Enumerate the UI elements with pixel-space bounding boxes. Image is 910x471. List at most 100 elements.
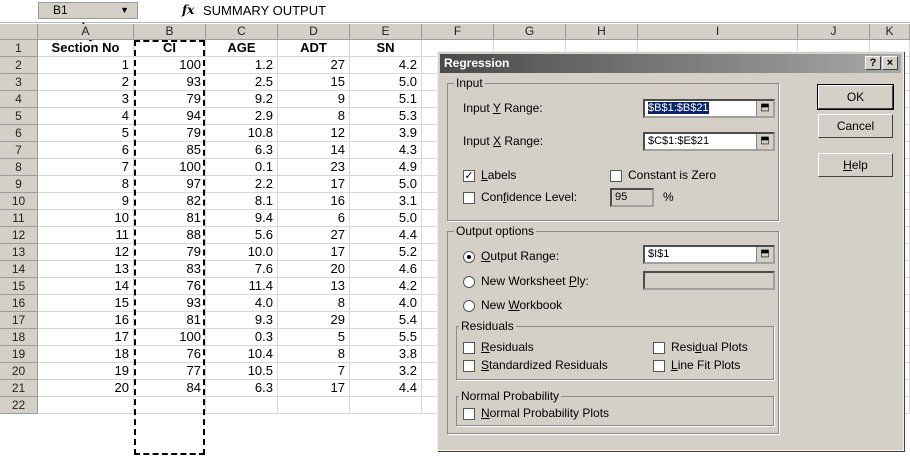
row-header[interactable]: 17 xyxy=(0,312,38,329)
row-header[interactable]: 6 xyxy=(0,125,38,142)
cell[interactable]: 0.3 xyxy=(206,329,278,346)
fx-icon[interactable]: fx xyxy=(182,3,194,17)
cell[interactable]: 79 xyxy=(134,244,206,261)
cell[interactable]: 93 xyxy=(134,74,206,91)
cell[interactable]: 14 xyxy=(278,142,350,159)
output-range-radio[interactable] xyxy=(463,251,475,263)
cell[interactable]: 4.4 xyxy=(350,227,422,244)
row-header[interactable]: 7 xyxy=(0,142,38,159)
row-header[interactable]: 3 xyxy=(0,74,38,91)
cell[interactable]: CI xyxy=(134,40,206,57)
cell[interactable]: 4.2 xyxy=(350,57,422,74)
cell[interactable]: 4.9 xyxy=(350,159,422,176)
cell[interactable]: 81 xyxy=(134,312,206,329)
row-header[interactable]: 4 xyxy=(0,91,38,108)
cell[interactable]: 8.1 xyxy=(206,193,278,210)
column-header[interactable]: I xyxy=(638,24,798,40)
cell[interactable]: 100 xyxy=(134,57,206,74)
cell[interactable]: 5.4 xyxy=(350,312,422,329)
cell[interactable]: 15 xyxy=(38,295,134,312)
cell[interactable]: 77 xyxy=(134,363,206,380)
cell[interactable]: 9.3 xyxy=(206,312,278,329)
select-all-corner[interactable] xyxy=(0,24,38,40)
cell[interactable]: 100 xyxy=(134,329,206,346)
new-worksheet-input[interactable] xyxy=(643,271,775,290)
row-header[interactable]: 16 xyxy=(0,295,38,312)
help-button[interactable]: Help xyxy=(818,153,893,177)
column-header[interactable]: K xyxy=(870,24,910,40)
normal-probability-checkbox[interactable] xyxy=(463,408,475,420)
help-icon[interactable]: ? xyxy=(865,56,881,70)
cell[interactable]: 6.3 xyxy=(206,380,278,397)
cell[interactable]: 3.9 xyxy=(350,125,422,142)
cell[interactable]: 4.0 xyxy=(206,295,278,312)
row-header[interactable]: 2 xyxy=(0,57,38,74)
cell[interactable]: 5.0 xyxy=(350,210,422,227)
cell[interactable] xyxy=(350,397,422,414)
cell[interactable]: 4.4 xyxy=(350,380,422,397)
cell[interactable]: 79 xyxy=(134,125,206,142)
row-header[interactable]: 21 xyxy=(0,380,38,397)
cell[interactable]: 6 xyxy=(278,210,350,227)
cell[interactable]: 17 xyxy=(38,329,134,346)
cell[interactable]: 5.5 xyxy=(350,329,422,346)
cell[interactable]: 11 xyxy=(38,227,134,244)
cell[interactable]: 16 xyxy=(278,193,350,210)
cell[interactable]: 7 xyxy=(278,363,350,380)
cell[interactable]: 85 xyxy=(134,142,206,159)
new-worksheet-radio[interactable] xyxy=(463,276,475,288)
cell[interactable]: 5.2 xyxy=(350,244,422,261)
column-header[interactable]: G xyxy=(494,24,566,40)
cell[interactable]: 10.0 xyxy=(206,244,278,261)
chevron-down-icon[interactable]: ▼ xyxy=(120,3,129,18)
cell[interactable]: 6.3 xyxy=(206,142,278,159)
range-select-icon[interactable]: ⬒ xyxy=(756,134,773,149)
cell[interactable]: 5.1 xyxy=(350,91,422,108)
cell[interactable]: 93 xyxy=(134,295,206,312)
cell[interactable]: 29 xyxy=(278,312,350,329)
cell[interactable]: 15 xyxy=(278,74,350,91)
cell[interactable] xyxy=(38,397,134,414)
cell[interactable]: 13 xyxy=(38,261,134,278)
row-header[interactable]: 20 xyxy=(0,363,38,380)
formula-input[interactable]: SUMMARY OUTPUT xyxy=(203,3,326,18)
dialog-titlebar[interactable]: Regression ? × xyxy=(440,54,901,73)
cell[interactable]: 17 xyxy=(278,380,350,397)
constant-zero-checkbox[interactable] xyxy=(610,170,622,182)
cell[interactable]: 1.2 xyxy=(206,57,278,74)
cell[interactable]: 16 xyxy=(38,312,134,329)
cell[interactable]: 9.2 xyxy=(206,91,278,108)
cell[interactable]: 4.2 xyxy=(350,278,422,295)
close-icon[interactable]: × xyxy=(882,56,898,70)
cell[interactable]: 3 xyxy=(38,91,134,108)
cell[interactable]: 9.4 xyxy=(206,210,278,227)
cell[interactable]: 8 xyxy=(278,108,350,125)
cell[interactable]: 8 xyxy=(278,295,350,312)
cell[interactable]: Section No xyxy=(38,40,134,57)
cell[interactable]: 5.0 xyxy=(350,176,422,193)
cell[interactable]: 6 xyxy=(38,142,134,159)
row-header[interactable]: 14 xyxy=(0,261,38,278)
cell[interactable]: 3.2 xyxy=(350,363,422,380)
cell[interactable]: 14 xyxy=(38,278,134,295)
row-header[interactable]: 10 xyxy=(0,193,38,210)
cell[interactable]: 10.8 xyxy=(206,125,278,142)
cell[interactable]: 8 xyxy=(38,176,134,193)
cell[interactable]: 4.3 xyxy=(350,142,422,159)
column-header[interactable]: B xyxy=(134,24,206,40)
name-box[interactable]: B1 ▼ xyxy=(38,2,138,19)
row-header[interactable]: 18 xyxy=(0,329,38,346)
cell[interactable]: 23 xyxy=(278,159,350,176)
cell[interactable]: 18 xyxy=(38,346,134,363)
cell[interactable]: 5 xyxy=(38,125,134,142)
row-header[interactable]: 8 xyxy=(0,159,38,176)
range-select-icon[interactable]: ⬒ xyxy=(756,247,773,262)
row-header[interactable]: 13 xyxy=(0,244,38,261)
cell[interactable]: 83 xyxy=(134,261,206,278)
cell[interactable]: 9 xyxy=(278,91,350,108)
confidence-level-input[interactable]: 95 xyxy=(610,188,654,207)
cell[interactable]: 27 xyxy=(278,57,350,74)
column-header[interactable]: J xyxy=(798,24,870,40)
cell[interactable]: 5.6 xyxy=(206,227,278,244)
cell[interactable]: 5.0 xyxy=(350,74,422,91)
